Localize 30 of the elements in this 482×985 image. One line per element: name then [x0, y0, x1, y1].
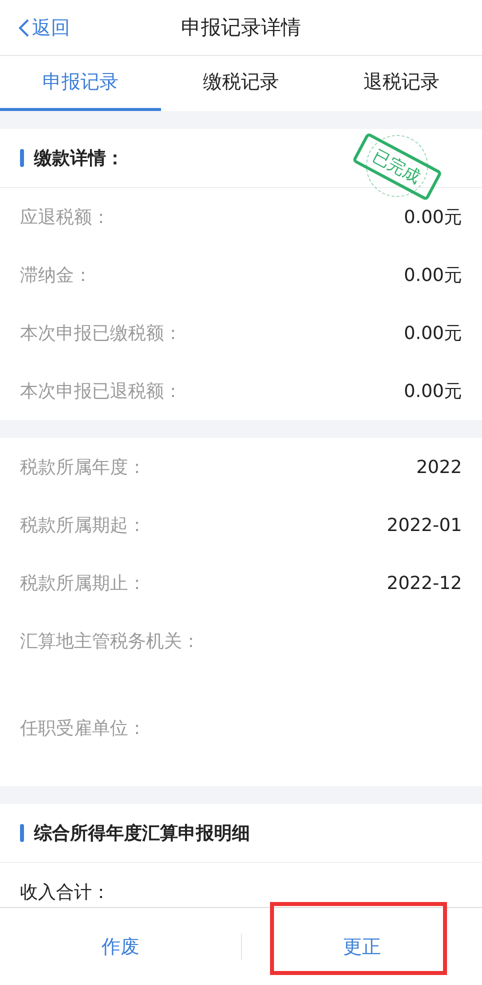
field-value: 0.00元: [404, 380, 462, 403]
field-value: 2022: [416, 456, 462, 478]
section-title: 综合所得年度汇算申报明细: [34, 822, 250, 845]
action-button[interactable]: 作废: [0, 908, 240, 985]
field-label: 本次申报已缴税额：: [20, 322, 182, 345]
page-title: 申报记录详情: [180, 14, 302, 41]
field-label: 任职受雇单位：: [20, 717, 146, 740]
tab[interactable]: 退税记录: [321, 56, 482, 111]
field-value: 0.00元: [404, 206, 462, 229]
section-marker: [20, 149, 24, 167]
field-label: 税款所属期起：: [20, 514, 146, 537]
field-label: 应退税额：: [20, 206, 110, 229]
field-label: 税款所属期止：: [20, 572, 146, 595]
tab[interactable]: 缴税记录: [160, 56, 322, 111]
section-title: 缴款详情：: [34, 147, 124, 170]
field-label: 收入合计：: [20, 881, 110, 904]
field-value: 0.00元: [404, 322, 462, 345]
completed-stamp: 已完成: [352, 131, 442, 201]
field-value: 2022-12: [386, 572, 462, 594]
back-button[interactable]: 返回: [18, 14, 70, 40]
field-label: 汇算地主管税务机关：: [20, 630, 200, 653]
chevron-left-icon: [18, 18, 30, 38]
field-value: 2022-01: [386, 514, 462, 536]
tab[interactable]: 申报记录: [0, 56, 161, 111]
field-label: 滞纳金：: [20, 264, 92, 287]
section-marker: [20, 824, 24, 842]
field-label: 税款所属年度：: [20, 456, 146, 479]
action-button[interactable]: 更正: [242, 908, 482, 985]
field-value: 0.00元: [404, 264, 462, 287]
field-label: 本次申报已退税额：: [20, 380, 182, 403]
